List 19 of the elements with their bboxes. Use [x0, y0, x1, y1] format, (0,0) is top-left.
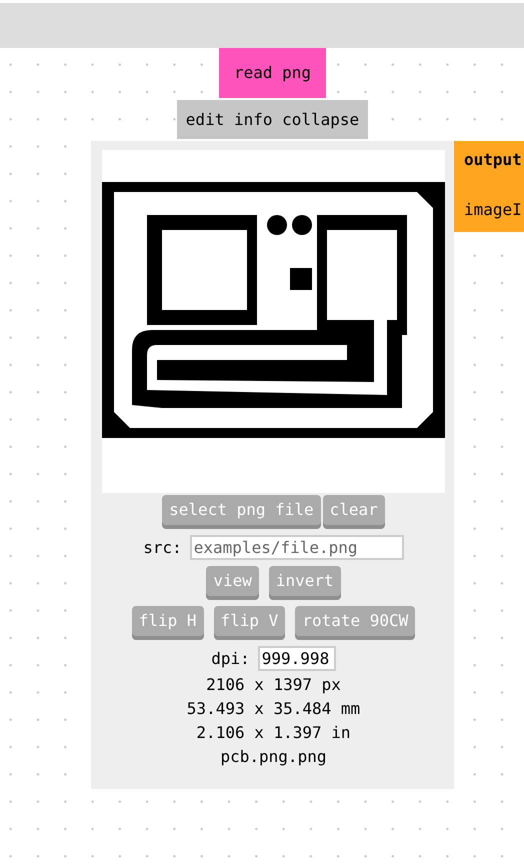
dpi-label: dpi: — [211, 649, 250, 668]
module-button[interactable]: view — [206, 566, 259, 596]
image-info: 53.493 x 35.484 mm — [186, 698, 360, 720]
image-info: 2.106 x 1.397 in — [196, 722, 351, 744]
image-info: 2106 x 1397 px — [206, 674, 341, 696]
dpi-field[interactable]: 999.998 — [258, 646, 336, 671]
module-button[interactable]: invert — [268, 566, 341, 596]
output-item[interactable]: imageI — [464, 200, 524, 219]
module-button[interactable]: rotate 90CW — [295, 606, 416, 636]
module-title: read png — [218, 48, 326, 98]
src-field[interactable]: examples/file.png — [190, 535, 404, 560]
output-title: output — [464, 150, 523, 169]
module-button[interactable]: clear — [322, 495, 385, 525]
image-info: pcb.png.png — [220, 746, 326, 768]
module-button[interactable]: flip V — [214, 606, 286, 636]
module-button[interactable]: flip H — [132, 606, 204, 636]
module-button[interactable]: select png file — [162, 495, 321, 525]
src-label: src: — [143, 538, 182, 557]
module-menu[interactable]: edit info collapse — [176, 100, 368, 139]
